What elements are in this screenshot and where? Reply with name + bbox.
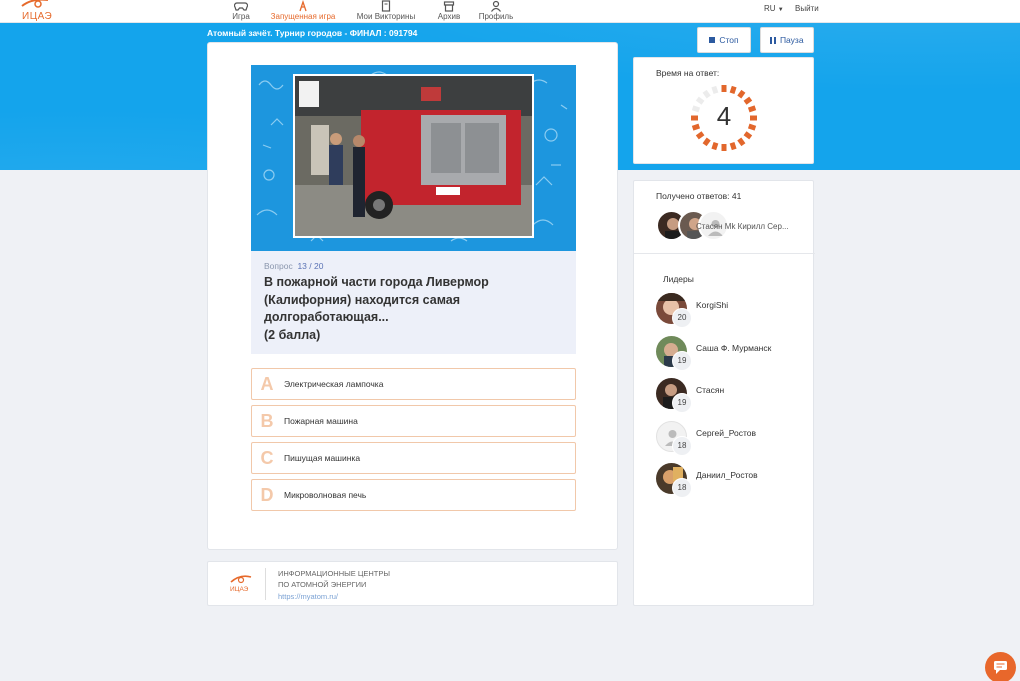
timer-tick	[729, 85, 737, 95]
question-counter-label: Вопрос	[264, 261, 293, 271]
pause-label: Пауза	[779, 35, 804, 45]
answer-letter: C	[260, 447, 274, 468]
leaders-title: Лидеры	[663, 274, 694, 284]
responses-count: Получено ответов: 41	[656, 191, 742, 201]
answer-option-a[interactable]: A Электрическая лампочка	[251, 368, 576, 400]
nav-item-profile[interactable]: Профиль	[476, 0, 516, 23]
leader-score: 19	[672, 393, 692, 413]
answer-letter: A	[260, 373, 274, 394]
stop-label: Стоп	[719, 35, 739, 45]
responder-names: Стасян Mk Кирилл Сер...	[696, 222, 789, 231]
leader-name: Даниил_Ростов	[696, 470, 758, 480]
answer-letter: D	[260, 484, 274, 505]
question-image	[251, 65, 576, 251]
leader-row: 18 Даниил_Ростов	[656, 463, 806, 499]
timer-tick	[702, 137, 711, 147]
answer-option-b[interactable]: B Пожарная машина	[251, 405, 576, 437]
nav-item-archive[interactable]: Архив	[433, 0, 465, 23]
question-text: В пожарной части города Ливермор (Калифо…	[264, 275, 489, 342]
leader-row: 19 Саша Ф. Мурманск	[656, 336, 806, 372]
answer-letter: B	[260, 410, 274, 431]
logout-link[interactable]: Выйти	[795, 4, 819, 13]
leaderboard-card: Получено ответов: 41 Стасян Mk Кирилл Се…	[633, 180, 815, 606]
timer-card: Время на ответ: 4	[633, 57, 814, 164]
pause-button[interactable]: Пауза	[760, 27, 814, 53]
footer-org-line-1: ИНФОРМАЦИОННЫЕ ЦЕНТРЫ	[278, 569, 391, 578]
leader-score: 19	[672, 351, 692, 371]
leader-name: Саша Ф. Мурманск	[696, 343, 772, 353]
question-total: 20	[314, 261, 324, 271]
nav-item-my-quizzes[interactable]: Мои Викторины	[352, 0, 420, 23]
footer-org-line-2: ПО АТОМНОЙ ЭНЕРГИИ	[278, 580, 367, 589]
question-counter: Вопрос 13 / 20	[264, 261, 324, 271]
nav-item-running-game[interactable]: Запущенная игра	[266, 0, 340, 23]
timer-tick	[743, 131, 753, 140]
footer-website-link[interactable]: https://myatom.ru/	[278, 592, 338, 601]
nav-label: Профиль	[478, 12, 514, 21]
divider	[634, 253, 815, 254]
stop-icon	[709, 37, 716, 43]
timer-tick	[711, 141, 719, 151]
answer-text: Пожарная машина	[284, 416, 358, 426]
quiz-book-icon	[381, 0, 391, 12]
timer-tick	[702, 89, 711, 99]
chat-icon	[994, 661, 1007, 674]
question-current: 13	[297, 261, 307, 271]
top-navigation-bar: ИЦАЭ Игра Запущенная игра Мои Викторины …	[0, 0, 1020, 23]
running-game-icon	[299, 0, 307, 12]
nav-label: Запущенная игра	[270, 12, 336, 21]
leader-score: 18	[672, 478, 692, 498]
timer-tick	[737, 137, 746, 147]
footer-divider	[265, 568, 266, 600]
timer-tick	[737, 89, 746, 99]
fire-truck-photo	[256, 71, 568, 242]
language-value: RU	[764, 4, 776, 13]
gamepad-icon	[234, 2, 248, 11]
timer-value: 4	[716, 101, 732, 131]
leader-row: 18 Сергей_Ростов	[656, 421, 806, 457]
answer-option-d[interactable]: D Микроволновая печь	[251, 479, 576, 511]
leader-row: 20 KorgiShi	[656, 293, 806, 329]
pause-icon	[770, 36, 776, 44]
answer-text: Пишущая машинка	[284, 453, 361, 463]
leader-score: 18	[672, 436, 692, 456]
nav-label: Архив	[437, 12, 461, 21]
stop-button[interactable]: Стоп	[697, 27, 751, 53]
footer-logo-text: ИЦАЭ	[230, 586, 249, 593]
leader-name: Стасян	[696, 385, 725, 395]
leader-name: KorgiShi	[696, 300, 729, 310]
logo-text: ИЦАЭ	[22, 11, 53, 22]
game-title: Атомный зачёт. Турнир городов - ФИНАЛ : …	[207, 28, 418, 38]
nav-item-game[interactable]: Игра	[226, 0, 256, 23]
timer-tick	[729, 141, 737, 151]
archive-icon	[443, 1, 455, 12]
question-panel: Вопрос 13 / 20 В пожарной части города Л…	[251, 251, 576, 354]
answer-text: Электрическая лампочка	[284, 379, 384, 389]
leader-score: 20	[672, 308, 692, 328]
chevron-down-icon: ▼	[777, 7, 784, 13]
answer-option-c[interactable]: C Пишущая машинка	[251, 442, 576, 474]
leader-name: Сергей_Ростов	[696, 428, 757, 438]
chat-button[interactable]	[985, 652, 1016, 681]
question-card: Вопрос 13 / 20 В пожарной части города Л…	[207, 42, 618, 550]
timer-tick	[711, 85, 719, 95]
nav-label: Мои Викторины	[356, 12, 416, 21]
answer-text: Микроволновая печь	[284, 490, 367, 500]
leader-row: 19 Стасян	[656, 378, 806, 414]
user-icon	[491, 0, 501, 12]
footer-card: ИЦАЭ ИНФОРМАЦИОННЫЕ ЦЕНТРЫ ПО АТОМНОЙ ЭН…	[207, 561, 618, 606]
timer-label: Время на ответ:	[656, 68, 720, 78]
language-selector[interactable]: RU ▼	[764, 4, 784, 13]
nav-label: Игра	[232, 12, 250, 21]
timer-tick	[695, 131, 705, 140]
